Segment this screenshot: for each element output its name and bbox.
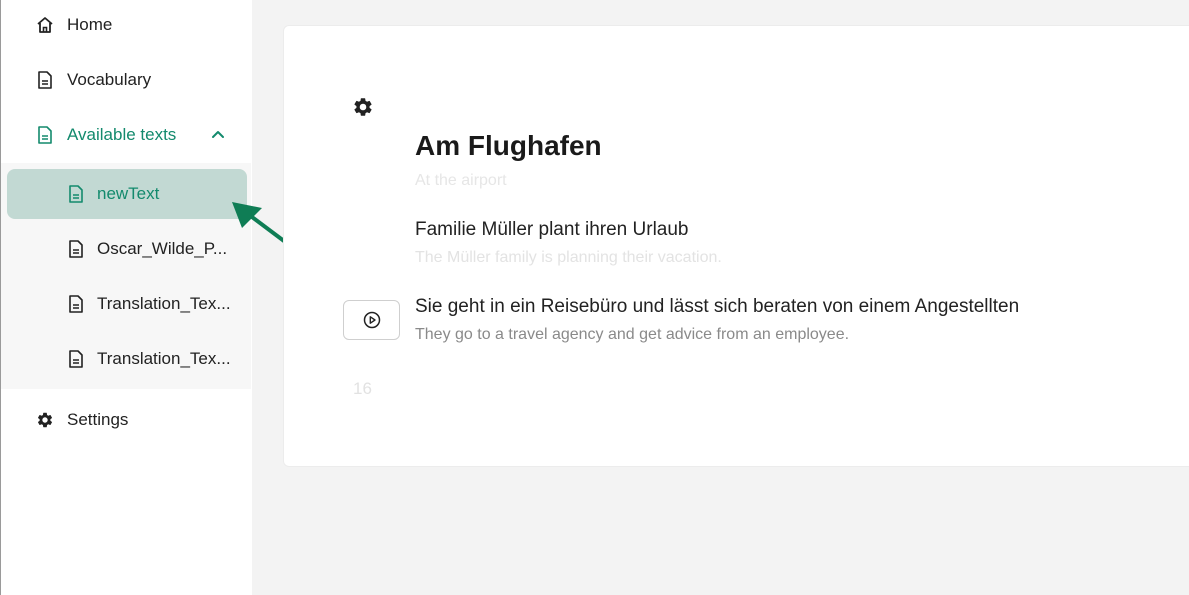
available-texts-list: newText Oscar_Wilde_P... Translation_Tex… [1, 163, 251, 389]
page-number: 16 [353, 379, 372, 398]
sentence-translation: They go to a travel agency and get advic… [415, 326, 850, 343]
sidebar-item-home[interactable]: Home [1, 0, 251, 52]
gear-icon [36, 411, 54, 429]
text-item-label: Translation_Tex... [97, 294, 231, 313]
text-item-label: Oscar_Wilde_P... [97, 239, 228, 258]
text-title-translation: At the airport [415, 172, 507, 189]
play-icon [363, 311, 380, 329]
sidebar-item-label: Settings [67, 409, 129, 429]
document-icon [67, 350, 85, 368]
sentence-text: Familie Müller plant ihren Urlaub [415, 219, 689, 240]
text-item-translation-1[interactable]: Translation_Tex... [7, 279, 247, 329]
text-title: Am Flughafen [415, 130, 602, 161]
document-text-icon [36, 125, 54, 144]
text-item-oscar-wilde[interactable]: Oscar_Wilde_P... [7, 224, 247, 274]
gear-icon[interactable] [352, 96, 374, 118]
text-content-card: Am Flughafen At the airport Familie Müll… [283, 25, 1189, 467]
sidebar-item-label: Home [67, 14, 113, 34]
document-icon [36, 70, 54, 89]
text-item-label: newText [97, 184, 160, 203]
sidebar-item-label: Vocabulary [67, 69, 152, 89]
text-item-translation-2[interactable]: Translation_Tex... [7, 334, 247, 384]
sentence-text: Sie geht in ein Reisebüro und lässt sich… [415, 296, 1020, 317]
text-item-newtext[interactable]: newText [7, 169, 247, 219]
text-item-label: Translation_Tex... [97, 349, 231, 368]
sidebar-item-settings[interactable]: Settings [1, 392, 251, 447]
sidebar-item-label: Available texts [67, 124, 177, 144]
sidebar-item-vocabulary[interactable]: Vocabulary [1, 52, 251, 107]
sentence-translation: The Müller family is planning their vaca… [415, 249, 722, 266]
home-icon [36, 16, 54, 34]
document-icon [67, 295, 85, 313]
sidebar-item-available-texts[interactable]: Available texts [1, 107, 251, 162]
chevron-up-icon[interactable] [210, 126, 226, 142]
document-icon [67, 240, 85, 258]
play-audio-button[interactable] [343, 300, 400, 340]
document-icon [67, 185, 85, 203]
sidebar: Home Vocabulary Available texts newText … [0, 0, 252, 595]
